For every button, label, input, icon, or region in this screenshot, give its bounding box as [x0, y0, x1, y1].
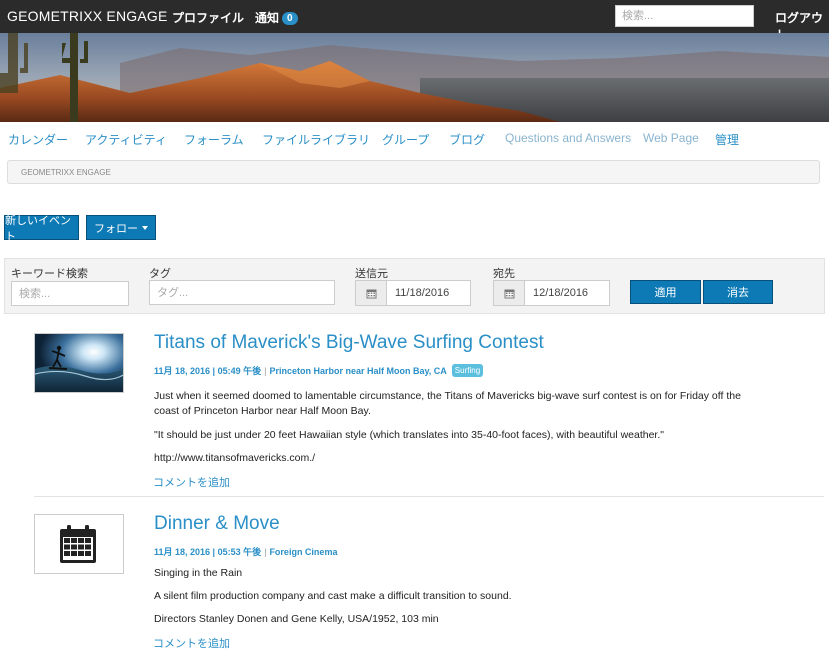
breadcrumb-item[interactable]: GEOMETRIXX ENGAGE: [21, 168, 111, 177]
event-location[interactable]: Princeton Harbor near Half Moon Bay, CA: [269, 366, 446, 376]
nav-groups[interactable]: グループ: [382, 131, 429, 148]
calendar-icon[interactable]: [356, 281, 387, 305]
new-event-label: 新しいイベント: [5, 214, 71, 243]
follow-dropdown-button[interactable]: フォロー: [86, 215, 156, 240]
event-description: Directors Stanley Donen and Gene Kelly, …: [154, 613, 439, 625]
nav-calendar[interactable]: カレンダー: [8, 131, 68, 148]
nav-activities[interactable]: アクティビティ: [85, 131, 167, 148]
event-title[interactable]: Dinner & Move: [154, 513, 280, 535]
notifications-label: 通知: [255, 11, 280, 25]
nav-forum[interactable]: フォーラム: [184, 131, 244, 148]
nav-web-page[interactable]: Web Page: [643, 131, 699, 145]
separator: |: [264, 546, 267, 557]
calendar-icon: [60, 525, 96, 563]
event-meta: 11月 18, 2016 | 05:53 午後 | Foreign Cinema: [154, 545, 337, 558]
profile-link[interactable]: プロファイル: [172, 9, 244, 26]
from-label: 送信元: [355, 268, 388, 280]
nav-file-library[interactable]: ファイルライブラリ: [262, 131, 370, 148]
breadcrumb: GEOMETRIXX ENGAGE: [7, 160, 820, 184]
caret-down-icon: [142, 225, 148, 230]
from-date-value[interactable]: 11/18/2016: [387, 281, 449, 305]
event-description: Just when it seemed doomed to lamentable…: [154, 390, 741, 417]
notifications-count-badge: 0: [282, 12, 298, 25]
event-quote: "It should be just under 20 feet Hawaiia…: [154, 429, 664, 441]
surfer-image: [35, 334, 123, 392]
nav-admin[interactable]: 管理: [715, 131, 739, 148]
to-label: 宛先: [493, 268, 515, 280]
event-url: http://www.titansofmavericks.com./: [154, 452, 316, 464]
event-meta: 11月 18, 2016 | 05:49 午後 | Princeton Harb…: [154, 364, 484, 377]
banner-image: [0, 33, 829, 122]
apply-button[interactable]: 適用: [630, 280, 701, 304]
tag-input[interactable]: [149, 280, 335, 305]
notifications-link[interactable]: 通知 0: [255, 9, 298, 26]
event-thumbnail-surfing[interactable]: [34, 333, 124, 393]
header-search-input[interactable]: [615, 5, 754, 27]
event-divider: [34, 496, 824, 497]
event-thumbnail-calendar[interactable]: [34, 514, 124, 574]
event-description: Singing in the Rain: [154, 567, 243, 579]
tag-label: タグ: [149, 268, 171, 280]
separator: |: [264, 365, 267, 376]
follow-label: フォロー: [94, 222, 138, 235]
nav-questions-and-answers[interactable]: Questions and Answers: [505, 131, 631, 145]
nav-blog[interactable]: ブログ: [449, 131, 485, 148]
new-event-button[interactable]: 新しいイベント: [4, 215, 79, 243]
main-navigation: カレンダー アクティビティ フォーラム ファイルライブラリ グループ ブログ Q…: [0, 131, 829, 149]
add-comment-link[interactable]: コメントを追加: [153, 474, 230, 490]
event-datetime: 11月 18, 2016 | 05:53 午後: [154, 547, 262, 557]
event-description: A silent film production company and cas…: [154, 590, 512, 602]
from-date-field[interactable]: 11/18/2016: [355, 280, 471, 306]
event-tag-badge[interactable]: Surfing: [451, 364, 484, 377]
apply-label: 適用: [654, 287, 677, 299]
to-date-value[interactable]: 12/18/2016: [525, 281, 588, 305]
brand-logo[interactable]: GEOMETRIXX ENGAGE: [7, 8, 168, 24]
keyword-search-input[interactable]: [11, 281, 129, 306]
add-comment-link[interactable]: コメントを追加: [153, 635, 230, 651]
event-location[interactable]: Foreign Cinema: [269, 547, 337, 557]
clear-button[interactable]: 消去: [703, 280, 773, 304]
event-datetime: 11月 18, 2016 | 05:49 午後: [154, 366, 262, 376]
clear-label: 消去: [727, 287, 749, 299]
calendar-icon[interactable]: [494, 281, 525, 305]
top-navbar: GEOMETRIXX ENGAGE プロファイル 通知0 ログアウト: [0, 0, 829, 42]
keyword-label: キーワード検索: [11, 268, 88, 280]
filter-bar: キーワード検索 タグ 送信元 11/18/2016 宛先 12/18/2016 …: [4, 258, 825, 314]
desert-mountain-illustration: [0, 33, 829, 122]
event-title[interactable]: Titans of Maverick's Big-Wave Surfing Co…: [154, 332, 544, 354]
to-date-field[interactable]: 12/18/2016: [493, 280, 610, 306]
